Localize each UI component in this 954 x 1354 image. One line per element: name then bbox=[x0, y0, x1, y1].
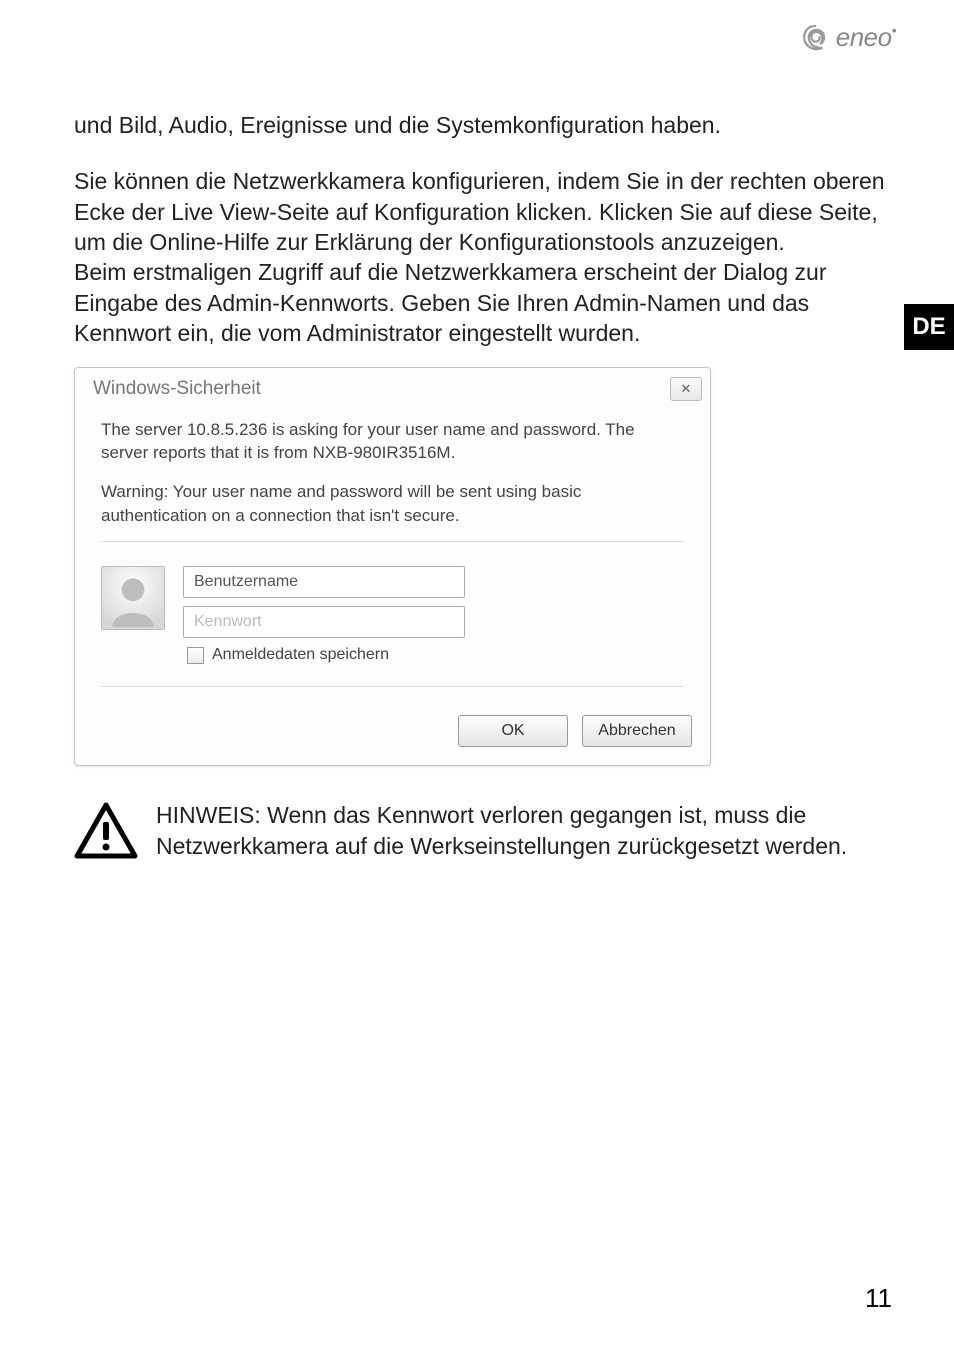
cancel-button[interactable]: Abbrechen bbox=[582, 715, 692, 747]
brand-swirl-icon bbox=[800, 23, 830, 53]
note-text: HINWEIS: Wenn das Kennwort verloren gega… bbox=[156, 800, 886, 861]
close-button[interactable]: ✕ bbox=[670, 377, 702, 401]
dialog-body: The server 10.8.5.236 is asking for your… bbox=[75, 406, 710, 716]
close-icon: ✕ bbox=[681, 381, 692, 397]
user-avatar-icon bbox=[101, 566, 165, 630]
credential-fields: Benutzername Kennwort Anmeldedaten speic… bbox=[183, 566, 465, 664]
separator bbox=[101, 541, 684, 542]
credentials-row: Benutzername Kennwort Anmeldedaten speic… bbox=[101, 566, 684, 664]
paragraph-3: Beim erstmaligen Zugriff auf die Netzwer… bbox=[74, 257, 886, 348]
body-text: und Bild, Audio, Ereignisse und die Syst… bbox=[74, 110, 886, 349]
note-block: HINWEIS: Wenn das Kennwort verloren gega… bbox=[74, 800, 886, 861]
auth-dialog: Windows-Sicherheit ✕ The server 10.8.5.2… bbox=[74, 367, 711, 767]
warning-icon bbox=[74, 802, 138, 860]
remember-checkbox[interactable] bbox=[187, 647, 204, 664]
page-number: 11 bbox=[865, 1283, 892, 1314]
dialog-message-1: The server 10.8.5.236 is asking for your… bbox=[101, 418, 684, 465]
username-input[interactable]: Benutzername bbox=[183, 566, 465, 598]
separator bbox=[101, 686, 684, 687]
remember-label: Anmeldedaten speichern bbox=[212, 646, 389, 664]
language-tab: DE bbox=[904, 304, 954, 350]
paragraph-1: und Bild, Audio, Ereignisse und die Syst… bbox=[74, 110, 886, 140]
remember-credentials-row[interactable]: Anmeldedaten speichern bbox=[183, 646, 465, 664]
paragraph-2: Sie können die Netzwerkkamera konfigurie… bbox=[74, 166, 886, 257]
dialog-buttons: OK Abbrechen bbox=[75, 715, 710, 765]
dialog-title: Windows-Sicherheit bbox=[93, 378, 261, 400]
brand-logo: eneo• bbox=[800, 22, 896, 53]
password-input[interactable]: Kennwort bbox=[183, 606, 465, 638]
ok-button[interactable]: OK bbox=[458, 715, 568, 747]
brand-name: eneo• bbox=[836, 22, 896, 53]
username-placeholder: Benutzername bbox=[194, 573, 298, 591]
dialog-titlebar: Windows-Sicherheit ✕ bbox=[75, 368, 710, 406]
password-placeholder: Kennwort bbox=[194, 613, 262, 631]
dialog-message-2: Warning: Your user name and password wil… bbox=[101, 480, 684, 527]
page: eneo• DE und Bild, Audio, Ereignisse und… bbox=[0, 0, 954, 1354]
